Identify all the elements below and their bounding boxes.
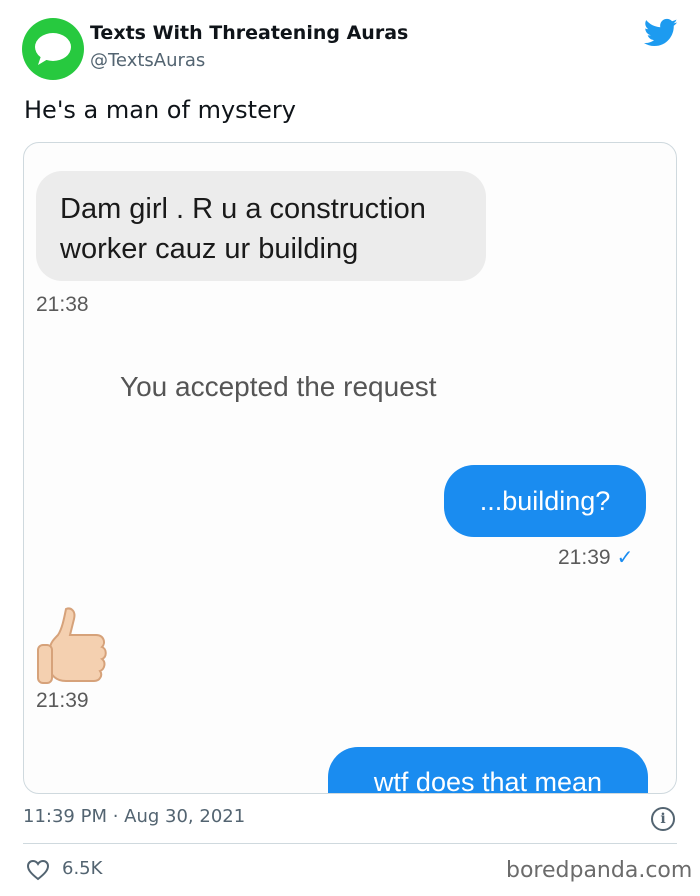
incoming-message-line: Dam girl . R u a construction (60, 193, 426, 225)
watermark: boredpanda.com (506, 858, 693, 883)
outgoing-message-bubble: ...building? (444, 465, 646, 537)
messages-app-bubble-icon (35, 33, 71, 65)
tweet-text: He's a man of mystery (24, 96, 296, 124)
check-icon: ✓ (616, 547, 634, 569)
divider (23, 843, 677, 844)
user-handle[interactable]: @TextsAuras (90, 50, 205, 71)
incoming-message-line: worker cauz ur building (60, 233, 359, 265)
message-time: 21:39 (558, 546, 611, 569)
message-time: 21:39 (36, 689, 89, 712)
tweet-timestamp[interactable]: 11:39 PM · Aug 30, 2021 (23, 806, 245, 827)
like-count[interactable]: 6.5K (62, 858, 102, 879)
avatar[interactable] (22, 18, 84, 80)
incoming-message-bubble: Dam girl . R u a construction worker cau… (36, 171, 486, 281)
outgoing-message-bubble: wtf does that mean (328, 747, 648, 794)
tweet-media-screenshot[interactable]: Dam girl . R u a construction worker cau… (23, 142, 677, 794)
outgoing-message-text: wtf does that mean (373, 767, 603, 794)
thumbs-up-icon (37, 607, 107, 684)
outgoing-message-text: ...building? (479, 485, 611, 516)
info-icon[interactable]: i (651, 807, 675, 831)
display-name[interactable]: Texts With Threatening Auras (90, 22, 408, 44)
message-time: 21:38 (36, 293, 89, 316)
twitter-bird-icon[interactable] (644, 18, 678, 48)
message-time-row: 21:39 ✓ (558, 545, 633, 570)
system-message: You accepted the request (120, 371, 437, 402)
heart-icon[interactable] (26, 859, 50, 881)
